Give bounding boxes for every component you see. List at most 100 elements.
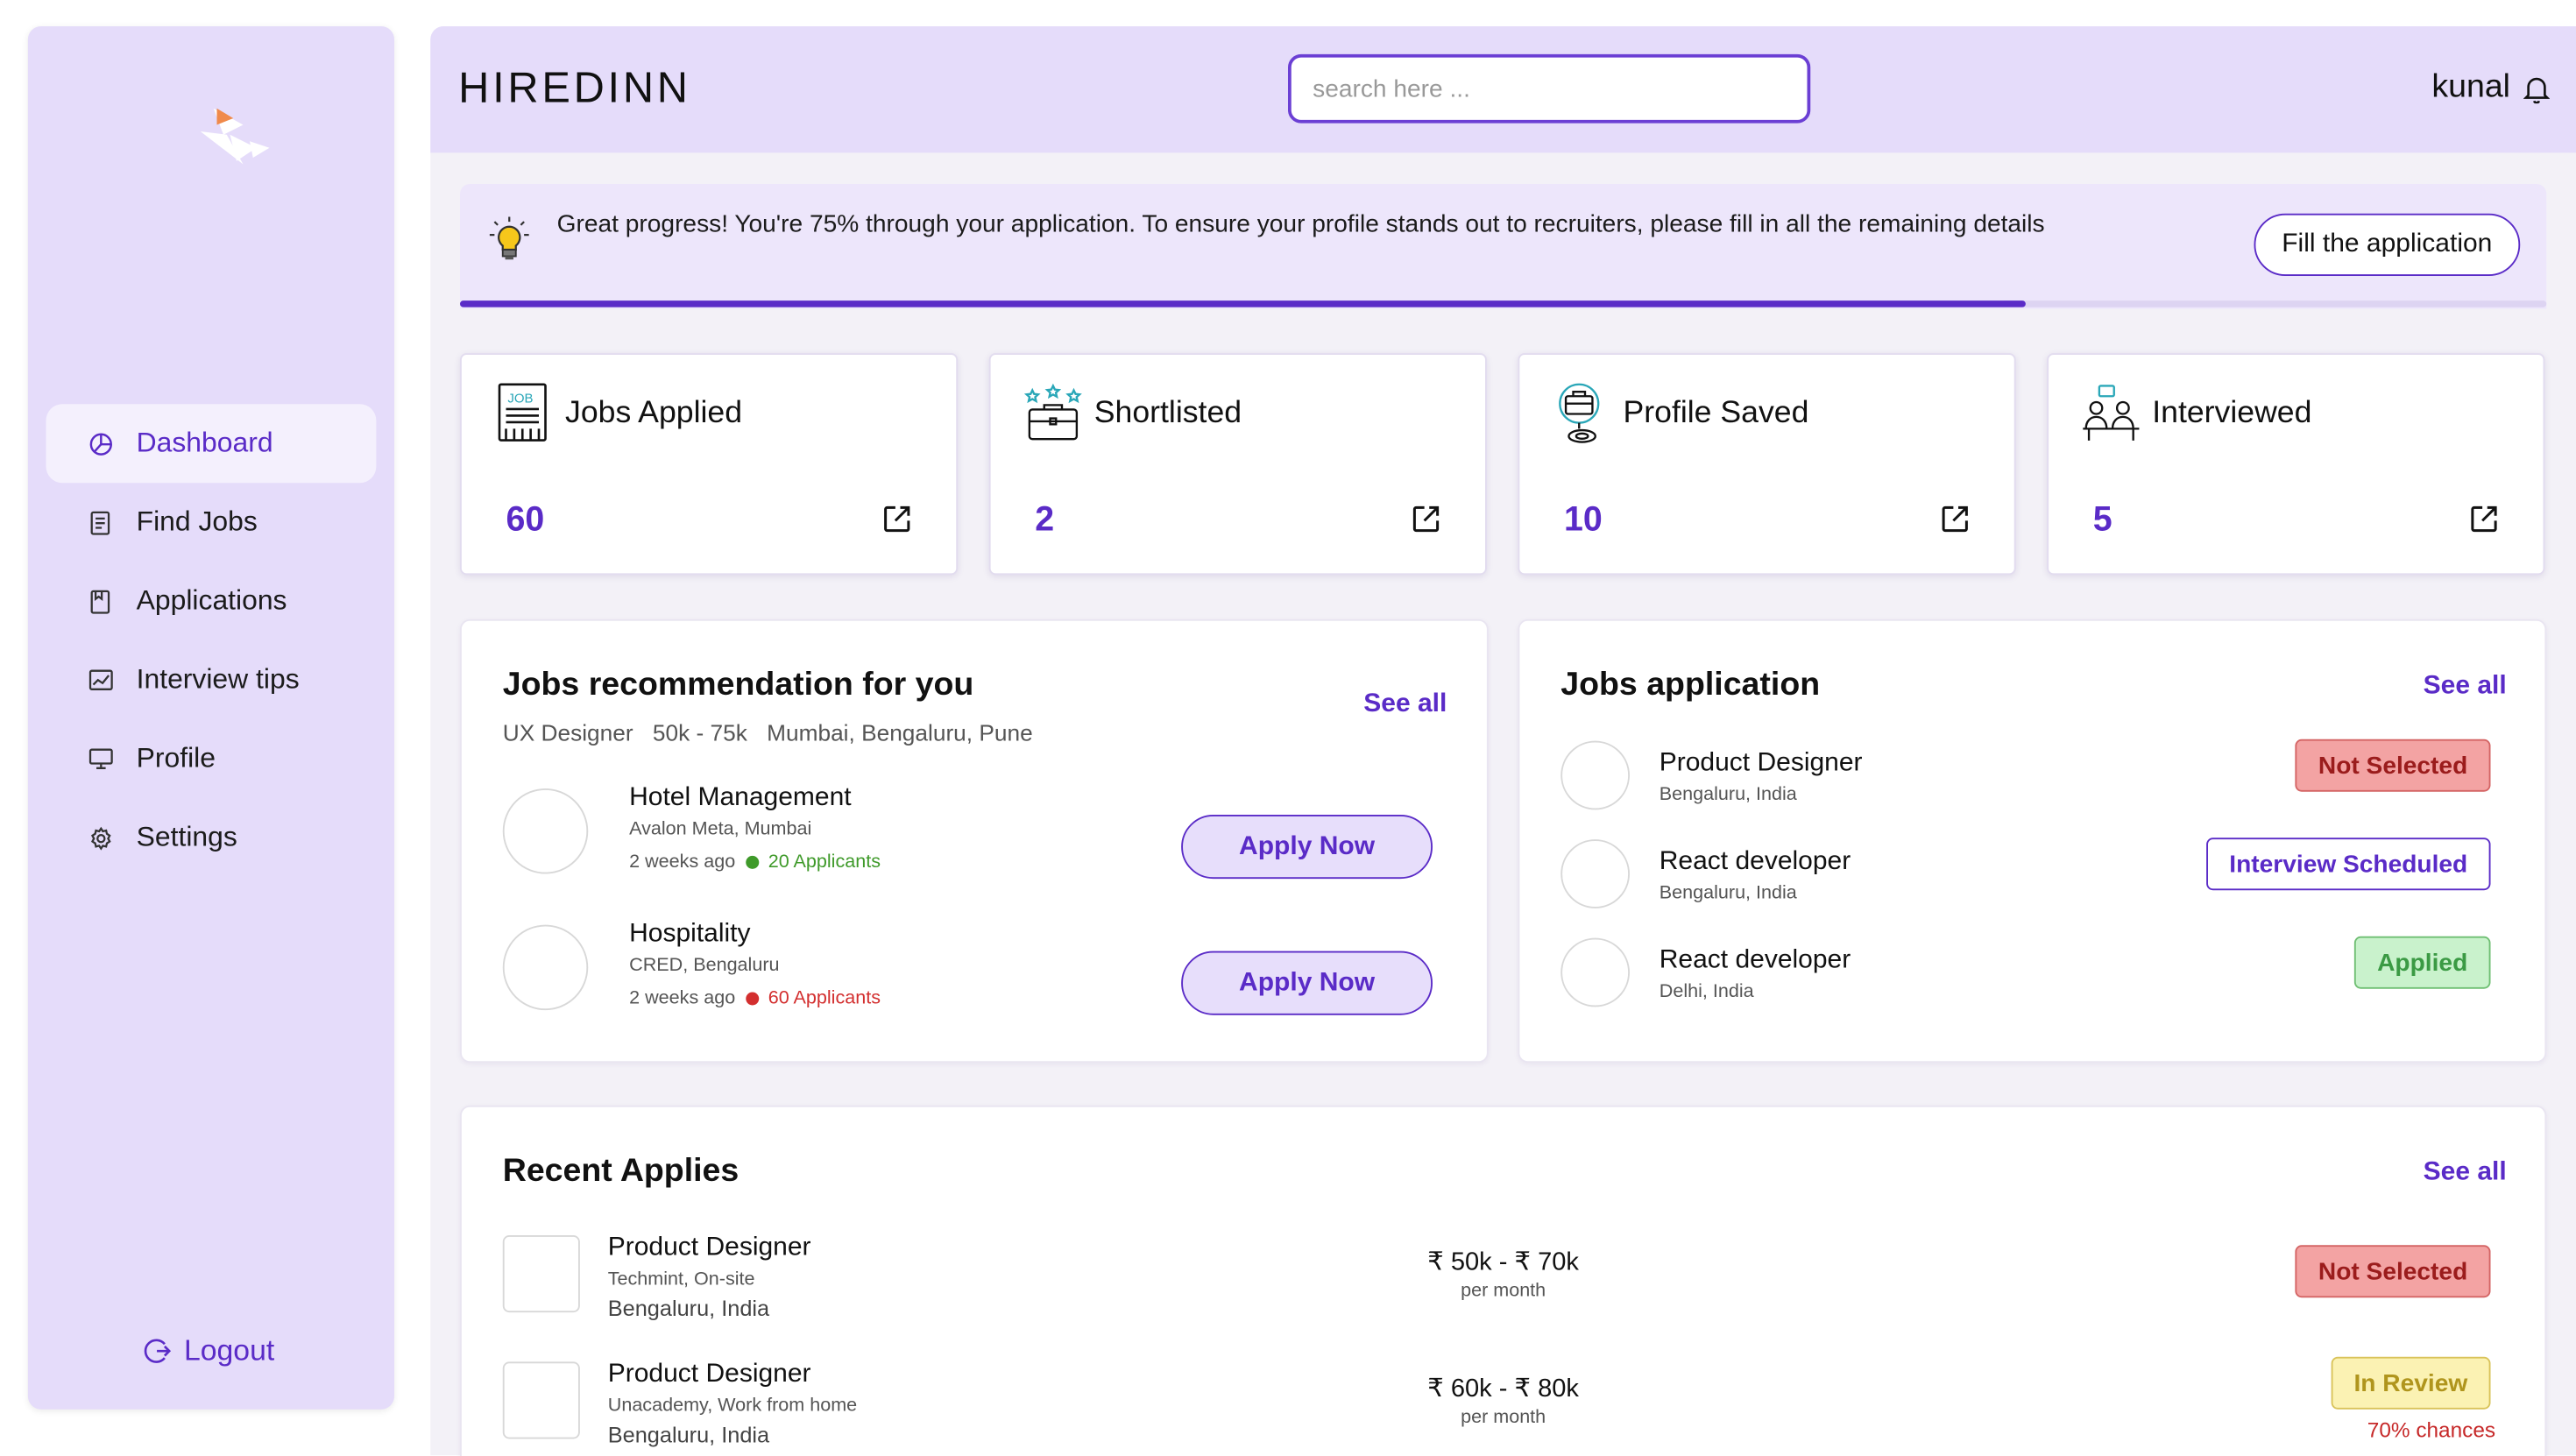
stat-label: Interviewed bbox=[2152, 395, 2312, 431]
company-logo bbox=[502, 924, 589, 1011]
sidebar-item-interview-tips[interactable]: Interview tips bbox=[46, 640, 377, 719]
sidebar-item-label: Settings bbox=[136, 821, 237, 853]
section-title: Jobs recommendation for you bbox=[502, 667, 974, 703]
job-meta: 2 weeks ago 60 Applicants bbox=[629, 989, 881, 1009]
progress-message: Great progress! You're 75% through your … bbox=[556, 210, 2045, 238]
bookmark-page-icon bbox=[87, 588, 113, 614]
external-link-icon[interactable] bbox=[2467, 503, 2501, 544]
company-logo bbox=[1560, 740, 1630, 810]
application-title[interactable]: Product Designer bbox=[1660, 749, 1863, 779]
logo-icon[interactable] bbox=[194, 99, 286, 172]
filter-role: UX Designer bbox=[502, 719, 633, 746]
stat-card-jobs-applied[interactable]: JOB Jobs Applied 60 bbox=[460, 353, 959, 576]
search-input[interactable] bbox=[1288, 53, 1811, 124]
stat-card-shortlisted[interactable]: Shortlisted 2 bbox=[988, 353, 1487, 576]
header: HIREDINN kunal bbox=[430, 26, 2576, 153]
jobs-application-card: Jobs application See all Product Designe… bbox=[1518, 618, 2547, 1064]
application-location: Bengaluru, India bbox=[1659, 883, 1797, 904]
application-location: Bengaluru, India bbox=[1659, 785, 1797, 805]
see-all-link[interactable]: See all bbox=[2424, 1158, 2507, 1188]
sidebar-item-applications[interactable]: Applications bbox=[46, 562, 377, 640]
see-all-link[interactable]: See all bbox=[1363, 690, 1447, 720]
recent-job-location: Bengaluru, India bbox=[607, 1296, 770, 1321]
progress-bar-fill bbox=[460, 300, 2025, 307]
stat-value: 5 bbox=[2092, 500, 2112, 539]
pie-chart-icon bbox=[87, 430, 113, 456]
apply-now-button[interactable]: Apply Now bbox=[1181, 815, 1433, 880]
status-badge: Applied bbox=[2353, 936, 2491, 989]
logout-button[interactable]: Logout bbox=[143, 1334, 274, 1368]
stat-label: Shortlisted bbox=[1093, 395, 1242, 431]
external-link-icon[interactable] bbox=[881, 503, 914, 544]
job-company: CRED, Bengaluru bbox=[629, 956, 780, 976]
lightbulb-icon bbox=[489, 216, 529, 273]
company-logo bbox=[1560, 937, 1630, 1007]
recent-applies-card: Recent Applies See all Product Designer … bbox=[460, 1105, 2547, 1456]
company-logo bbox=[502, 1235, 580, 1313]
selection-chances: 70% chances bbox=[2367, 1417, 2496, 1443]
salary-period: per month bbox=[1461, 1407, 1546, 1428]
progress-banner: Great progress! You're 75% through your … bbox=[460, 184, 2547, 309]
sidebar-item-find-jobs[interactable]: Find Jobs bbox=[46, 483, 377, 562]
logout-label: Logout bbox=[184, 1333, 275, 1368]
job-board-icon: JOB bbox=[498, 383, 547, 442]
fill-application-button[interactable]: Fill the application bbox=[2254, 213, 2521, 276]
interview-desk-icon bbox=[2083, 385, 2140, 441]
job-posted: 2 weeks ago bbox=[629, 852, 736, 873]
svg-text:JOB: JOB bbox=[507, 391, 533, 406]
section-title: Recent Applies bbox=[502, 1153, 740, 1190]
recent-job-title[interactable]: Product Designer bbox=[608, 1233, 811, 1263]
company-logo bbox=[1560, 839, 1630, 908]
job-title[interactable]: Hospitality bbox=[629, 920, 750, 950]
sidebar-item-label: Find Jobs bbox=[136, 505, 258, 538]
sidebar-item-profile[interactable]: Profile bbox=[46, 719, 377, 798]
company-logo bbox=[502, 1361, 580, 1439]
sidebar-nav: Dashboard Find Jobs Applications Intervi… bbox=[46, 404, 377, 877]
brand-title: HIREDINN bbox=[458, 62, 691, 112]
briefcase-pin-icon bbox=[1559, 383, 1600, 443]
status-dot bbox=[745, 992, 759, 1006]
bell-icon[interactable] bbox=[2523, 73, 2550, 103]
user-menu[interactable]: kunal bbox=[2431, 69, 2550, 107]
application-title[interactable]: React developer bbox=[1660, 946, 1851, 976]
recent-job-title[interactable]: Product Designer bbox=[608, 1361, 811, 1390]
stat-label: Jobs Applied bbox=[565, 395, 743, 431]
filter-locations: Mumbai, Bengaluru, Pune bbox=[767, 719, 1033, 746]
stat-value: 60 bbox=[506, 500, 545, 539]
document-list-icon bbox=[87, 509, 113, 535]
job-applicants: 20 Applicants bbox=[768, 852, 881, 873]
sidebar: Dashboard Find Jobs Applications Intervi… bbox=[27, 26, 394, 1410]
job-posted: 2 weeks ago bbox=[629, 988, 736, 1009]
sidebar-item-label: Profile bbox=[136, 742, 216, 774]
external-link-icon[interactable] bbox=[1939, 503, 1972, 544]
job-title[interactable]: Hotel Management bbox=[629, 783, 851, 813]
user-name: kunal bbox=[2431, 68, 2510, 105]
logout-icon bbox=[143, 1337, 171, 1365]
stat-card-interviewed[interactable]: Interviewed 5 bbox=[2047, 353, 2545, 576]
stat-label: Profile Saved bbox=[1623, 395, 1809, 431]
recent-job-location: Bengaluru, India bbox=[607, 1422, 770, 1447]
sidebar-item-label: Interview tips bbox=[136, 663, 300, 696]
recent-job-company: Techmint, On-site bbox=[607, 1269, 755, 1290]
salary-range: ₹ 50k - ₹ 70k bbox=[1427, 1248, 1579, 1276]
apply-now-button[interactable]: Apply Now bbox=[1181, 951, 1433, 1015]
company-logo bbox=[502, 788, 589, 874]
job-company: Avalon Meta, Mumbai bbox=[629, 819, 812, 840]
recent-job-company: Unacademy, Work from home bbox=[607, 1396, 858, 1417]
see-all-link[interactable]: See all bbox=[2424, 672, 2507, 702]
sidebar-item-label: Applications bbox=[136, 584, 287, 617]
main-content: HIREDINN kunal Great prog bbox=[430, 26, 2576, 1456]
sidebar-item-label: Dashboard bbox=[136, 427, 273, 459]
stat-value: 10 bbox=[1564, 500, 1603, 539]
status-badge: Interview Scheduled bbox=[2206, 838, 2491, 891]
external-link-icon[interactable] bbox=[1410, 503, 1443, 544]
sidebar-item-settings[interactable]: Settings bbox=[46, 798, 377, 877]
stat-card-profile-saved[interactable]: Profile Saved 10 bbox=[1518, 353, 2016, 576]
status-dot bbox=[745, 855, 759, 869]
briefcase-stars-icon bbox=[1023, 383, 1082, 441]
filter-salary: 50k - 75k bbox=[652, 719, 747, 746]
status-badge: Not Selected bbox=[2295, 1245, 2491, 1298]
sidebar-item-dashboard[interactable]: Dashboard bbox=[46, 404, 377, 484]
job-applicants: 60 Applicants bbox=[768, 988, 881, 1009]
application-title[interactable]: React developer bbox=[1660, 848, 1851, 878]
